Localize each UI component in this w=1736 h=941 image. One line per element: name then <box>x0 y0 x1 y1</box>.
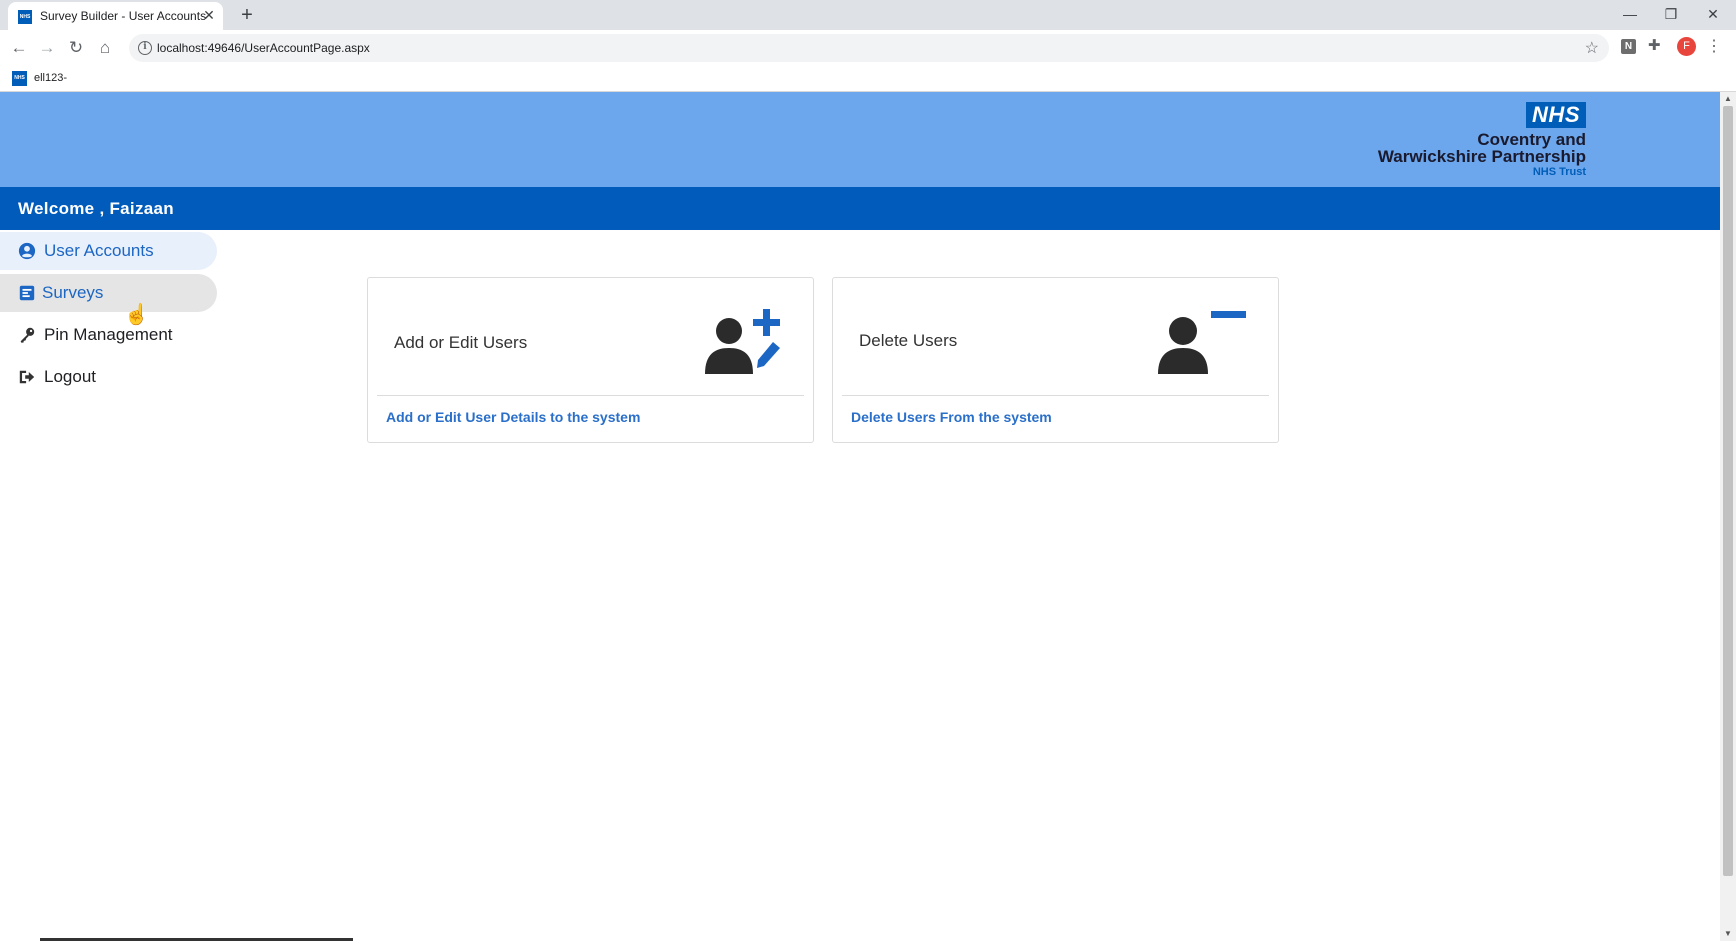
sidebar-item-label: Surveys <box>42 283 104 302</box>
bookmarks-bar: NHS ell123- <box>0 66 1736 92</box>
scrollbar-thumb[interactable] <box>1723 106 1733 876</box>
sidebar-item-surveys[interactable]: Surveys <box>0 274 217 312</box>
close-window-icon[interactable]: ✕ <box>1698 3 1728 25</box>
logo-text-line3: NHS Trust <box>1532 166 1586 178</box>
bookmark-item[interactable]: ell123- <box>34 72 67 84</box>
header-banner: NHS Coventry and Warwickshire Partnershi… <box>0 92 1720 187</box>
nhs-trust-logo: NHS Coventry and Warwickshire Partnershi… <box>1370 102 1590 178</box>
logo-text-line2: Warwickshire Partnership <box>1377 147 1586 166</box>
extensions-puzzle-icon[interactable]: ✚ <box>1648 36 1661 54</box>
close-tab-icon[interactable]: ✕ <box>201 7 217 23</box>
extension-n-icon[interactable]: N <box>1621 39 1636 54</box>
forward-icon[interactable]: → <box>36 37 58 59</box>
home-icon[interactable]: ⌂ <box>94 37 116 59</box>
delete-users-card[interactable]: Delete Users Delete Users From the syste… <box>832 277 1279 443</box>
nhs-favicon-icon: NHS <box>18 10 32 24</box>
profile-avatar[interactable]: F <box>1677 37 1696 56</box>
user-remove-icon <box>1158 311 1246 374</box>
sidebar-item-logout[interactable]: Logout <box>0 358 217 396</box>
welcome-bar: Welcome , Faizaan <box>0 187 1720 230</box>
page-scrollbar[interactable]: ▲ ▼ <box>1720 92 1736 941</box>
browser-tab[interactable]: NHS Survey Builder - User Accounts ✕ <box>8 2 223 30</box>
card-divider <box>377 395 804 396</box>
nhs-bookmark-favicon-icon: NHS <box>12 71 27 86</box>
nhs-logo-badge: NHS <box>1526 102 1586 128</box>
user-add-edit-icon <box>705 309 780 374</box>
back-icon[interactable]: ← <box>8 37 30 59</box>
minimize-icon[interactable]: — <box>1615 3 1645 25</box>
address-bar[interactable]: i localhost:49646/UserAccountPage.aspx ☆ <box>129 34 1609 62</box>
page-viewport: NHS Coventry and Warwickshire Partnershi… <box>0 92 1720 941</box>
reload-icon[interactable]: ↻ <box>65 37 87 59</box>
mouse-cursor-icon: ☝ <box>124 304 149 326</box>
restore-icon[interactable]: ❐ <box>1656 3 1686 25</box>
sidebar-item-label: User Accounts <box>44 241 154 260</box>
sidebar-item-label: Logout <box>44 367 96 386</box>
new-tab-button[interactable]: + <box>236 4 258 26</box>
delete-users-link[interactable]: Delete Users From the system <box>851 409 1052 425</box>
info-icon[interactable]: i <box>138 41 152 55</box>
browser-toolbar: ← → ↻ ⌂ i localhost:49646/UserAccountPag… <box>0 30 1736 66</box>
card-divider <box>842 395 1269 396</box>
welcome-message: Welcome , Faizaan <box>18 199 174 218</box>
url-text[interactable]: localhost:49646/UserAccountPage.aspx <box>157 41 370 55</box>
scroll-up-icon[interactable]: ▲ <box>1723 94 1733 104</box>
browser-menu-icon[interactable]: ⋮ <box>1706 36 1722 56</box>
sidebar-item-pin-management[interactable]: Pin Management <box>0 316 217 354</box>
bookmark-star-icon[interactable]: ☆ <box>1585 38 1599 58</box>
add-edit-users-link[interactable]: Add or Edit User Details to the system <box>386 409 640 425</box>
scroll-down-icon[interactable]: ▼ <box>1723 929 1733 939</box>
logout-icon <box>19 370 35 384</box>
key-icon <box>20 327 35 343</box>
card-title: Delete Users <box>859 331 958 350</box>
user-circle-icon <box>18 242 36 260</box>
sidebar-item-user-accounts[interactable]: User Accounts <box>0 232 217 270</box>
tab-title: Survey Builder - User Accounts <box>40 9 207 23</box>
sidebar-item-label: Pin Management <box>44 325 173 344</box>
survey-icon <box>19 285 35 301</box>
add-edit-users-card[interactable]: Add or Edit Users Add or Edit User Detai… <box>367 277 814 443</box>
browser-tabstrip: NHS Survey Builder - User Accounts ✕ + —… <box>0 0 1736 30</box>
card-title: Add or Edit Users <box>394 333 528 352</box>
